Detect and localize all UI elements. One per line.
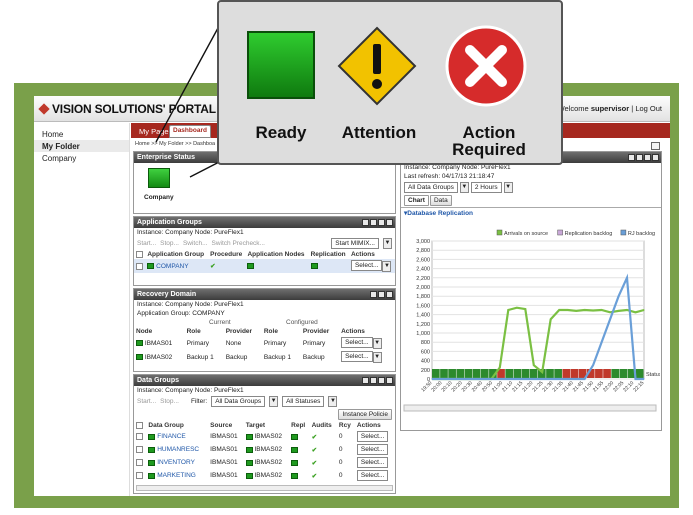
attention-icon: [337, 26, 417, 106]
action-label-line1: Action: [462, 123, 516, 142]
ready-icon: [247, 31, 315, 99]
attention-label: Attention: [341, 123, 417, 142]
action-label-line2: Required: [452, 140, 526, 159]
action-required-icon: [445, 25, 527, 107]
status-legend-callout: Ready Attention Action Required: [217, 0, 563, 165]
ready-label: Ready: [255, 123, 307, 142]
